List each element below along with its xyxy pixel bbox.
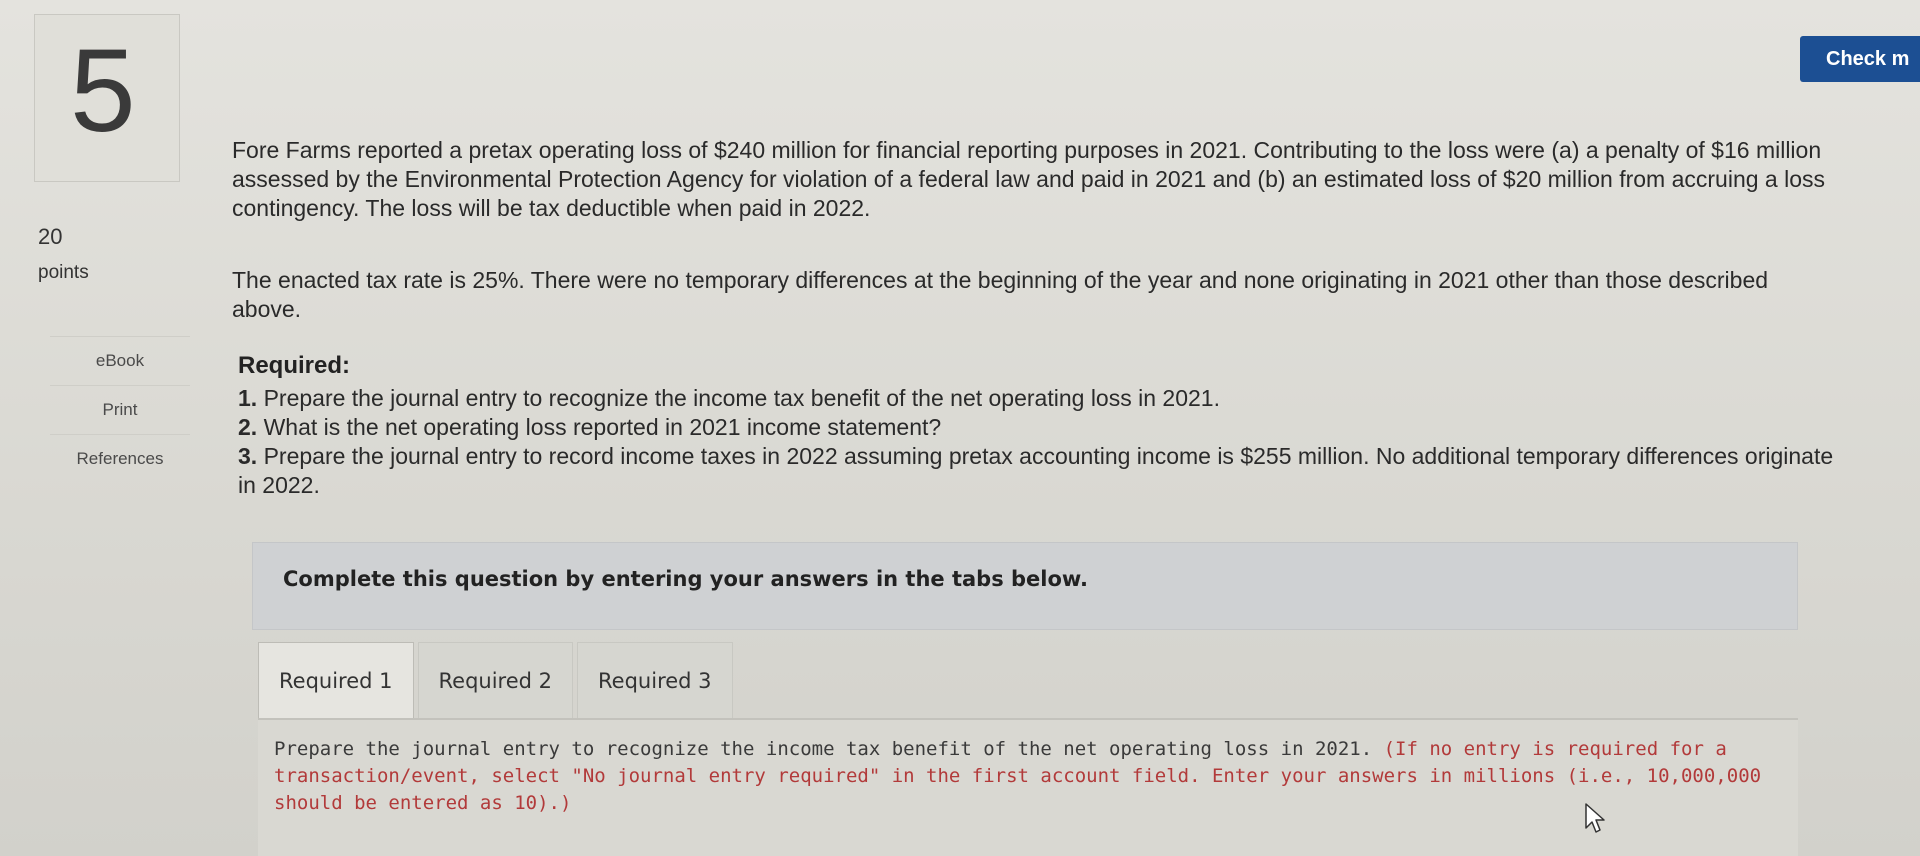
required-item: 3. Prepare the journal entry to record i… (238, 442, 1838, 500)
instructions-text: Complete this question by entering your … (283, 567, 1088, 591)
required-item-number: 2. (238, 414, 258, 440)
sidebar-link-references[interactable]: References (50, 434, 190, 483)
tab-required-2[interactable]: Required 2 (417, 642, 574, 719)
required-item: 2. What is the net operating loss report… (238, 413, 1838, 442)
answer-tabs: Required 1 Required 2 Required 3 (258, 642, 737, 721)
required-item-number: 3. (238, 443, 258, 469)
sidebar-link-ebook[interactable]: eBook (50, 336, 190, 385)
required-item-text: Prepare the journal entry to recognize t… (263, 385, 1220, 411)
required-item-text: What is the net operating loss reported … (263, 414, 942, 440)
required-item-text: Prepare the journal entry to record inco… (238, 443, 1834, 498)
required-list: 1. Prepare the journal entry to recogniz… (238, 384, 1838, 500)
tab-required-3[interactable]: Required 3 (577, 642, 733, 719)
problem-paragraph-2: The enacted tax rate is 25%. There were … (232, 267, 1769, 322)
required-item: 1. Prepare the journal entry to recogniz… (238, 384, 1838, 413)
required-title: Required: (238, 352, 351, 379)
assignment-page: 5 20 points eBook Print References Check… (0, 0, 1920, 856)
sidebar-links: eBook Print References (50, 336, 190, 483)
mouse-pointer-icon (1585, 803, 1605, 833)
task-instructions: Prepare the journal entry to recognize t… (274, 736, 1774, 817)
instructions-box: Complete this question by entering your … (252, 542, 1798, 630)
points-value: 20 (38, 224, 63, 249)
task-main-text: Prepare the journal entry to recognize t… (274, 738, 1373, 760)
points-label: points (38, 262, 89, 283)
task-panel: Prepare the journal entry to recognize t… (258, 720, 1798, 856)
required-item-number: 1. (238, 385, 258, 411)
sidebar-link-print[interactable]: Print (50, 385, 190, 434)
check-my-work-button[interactable]: Check m (1800, 36, 1920, 82)
tab-required-1[interactable]: Required 1 (258, 642, 414, 721)
question-number: 5 (70, 25, 136, 157)
problem-paragraph-1: Fore Farms reported a pretax operating l… (232, 137, 1825, 221)
